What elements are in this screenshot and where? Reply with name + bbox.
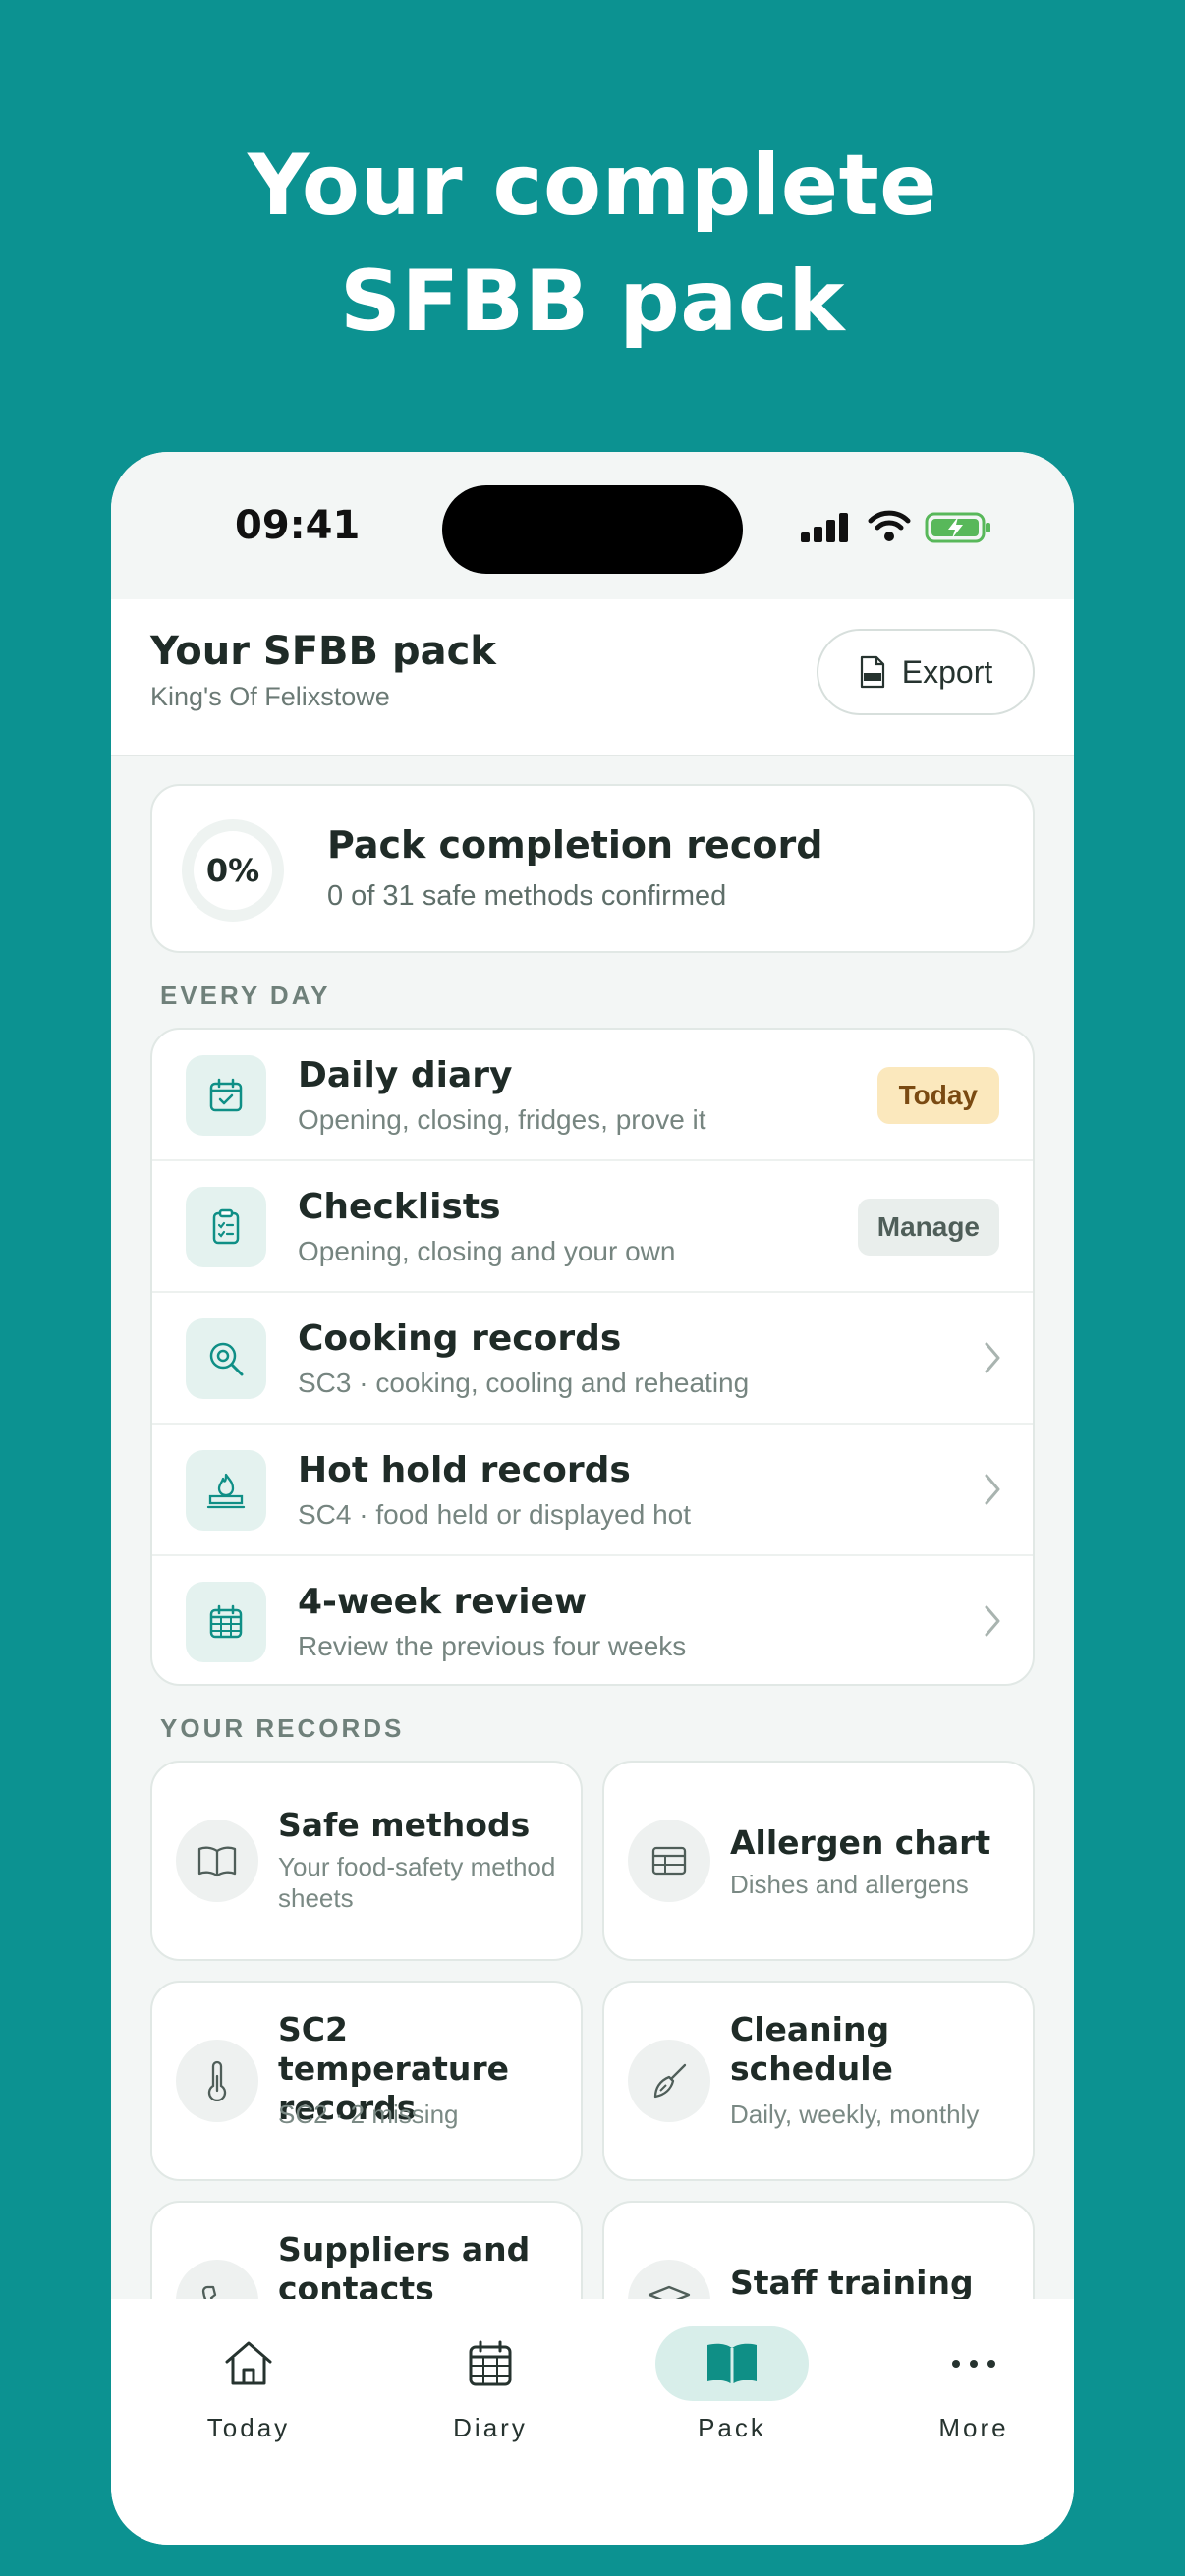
business-name: King's Of Felixstowe <box>150 682 390 711</box>
tile-subtitle: Daily, weekly, monthly <box>730 2100 980 2129</box>
page-title: Your SFBB pack <box>150 629 496 674</box>
completion-progress-ring: 0% <box>182 819 284 922</box>
hot-hold-flame-icon <box>186 1450 266 1531</box>
probe-thermometer-icon <box>186 1318 266 1399</box>
item-title: Daily diary <box>298 1055 513 1095</box>
section-label-your-records: YOUR RECORDS <box>160 1713 405 1743</box>
calendar-icon <box>469 2340 512 2386</box>
dynamic-island <box>442 485 743 574</box>
hero-headline: Your complete SFBB pack <box>0 128 1185 360</box>
chevron-right-icon <box>985 1474 1000 1505</box>
home-icon <box>225 2341 272 2385</box>
list-item-daily-diary[interactable]: Daily diary Opening, closing, fridges, p… <box>152 1030 1033 1161</box>
clipboard-checklist-icon <box>186 1187 266 1267</box>
item-subtitle: Review the previous four weeks <box>298 1631 687 1661</box>
tab-label: More <box>938 2413 1009 2442</box>
cellular-signal-icon <box>801 513 848 542</box>
calendar-check-icon <box>186 1055 266 1136</box>
tile-title: Allergen chart <box>730 1823 991 1862</box>
tab-label: Diary <box>453 2413 528 2442</box>
tile-cleaning-schedule[interactable]: Cleaning schedule Daily, weekly, monthly <box>602 1981 1035 2181</box>
pdf-file-icon <box>860 655 884 689</box>
tile-title: Suppliers and contacts <box>278 2230 531 2308</box>
tile-subtitle: SC2 · 2 missing <box>278 2100 459 2129</box>
broom-icon <box>628 2040 710 2122</box>
item-subtitle: SC3 · cooking, cooling and reheating <box>298 1368 750 1398</box>
item-subtitle: Opening, closing, fridges, prove it <box>298 1104 706 1135</box>
calendar-grid-icon <box>186 1582 266 1662</box>
tile-title: Safe methods <box>278 1806 531 1844</box>
item-subtitle: Opening, closing and your own <box>298 1236 676 1266</box>
tile-title: Cleaning schedule <box>730 2010 893 2088</box>
tab-more[interactable]: More <box>880 2326 1067 2454</box>
tab-pack[interactable]: Pack <box>639 2326 825 2454</box>
wifi-icon <box>868 510 911 541</box>
tab-diary[interactable]: Diary <box>397 2326 584 2454</box>
export-button[interactable]: Export <box>817 629 1035 715</box>
completion-title: Pack completion record <box>327 823 823 867</box>
completion-subtitle: 0 of 31 safe methods confirmed <box>327 880 727 912</box>
hero-line-2: SFBB pack <box>340 252 845 351</box>
tile-sc2-temperature-records[interactable]: SC2 temperature records SC2 · 2 missing <box>150 1981 583 2181</box>
more-dots-icon <box>952 2360 995 2368</box>
tile-safe-methods[interactable]: Safe methods Your food-safety method she… <box>150 1761 583 1961</box>
today-badge: Today <box>876 1067 999 1124</box>
thermometer-icon <box>176 2040 258 2122</box>
battery-charging-icon <box>925 512 990 543</box>
tile-subtitle: Dishes and allergens <box>730 1870 969 1899</box>
item-subtitle: SC4 · food held or displayed hot <box>298 1499 692 1530</box>
manage-button[interactable]: Manage <box>857 1199 999 1256</box>
tab-label: Today <box>206 2413 291 2442</box>
section-label-every-day: EVERY DAY <box>160 980 331 1010</box>
status-time: 09:41 <box>235 503 361 548</box>
tab-label: Pack <box>698 2413 766 2442</box>
open-book-icon <box>176 1820 258 1902</box>
table-icon <box>628 1820 710 1902</box>
list-item-4-week-review[interactable]: 4-week review Review the previous four w… <box>152 1556 1033 1688</box>
chevron-right-icon <box>985 1342 1000 1373</box>
item-title: Cooking records <box>298 1318 622 1359</box>
tile-subtitle: Your food-safety method sheets <box>278 1852 556 1913</box>
tab-today[interactable]: Today <box>155 2326 342 2454</box>
chevron-right-icon <box>985 1605 1000 1637</box>
item-title: 4-week review <box>298 1582 588 1622</box>
list-item-hot-hold-records[interactable]: Hot hold records SC4 · food held or disp… <box>152 1425 1033 1556</box>
item-title: Checklists <box>298 1187 501 1227</box>
pack-completion-card[interactable]: 0% Pack completion record 0 of 31 safe m… <box>150 784 1035 953</box>
bottom-tab-bar: Today Diary Pack More <box>111 2299 1074 2545</box>
list-item-cooking-records[interactable]: Cooking records SC3 · cooking, cooling a… <box>152 1293 1033 1425</box>
item-title: Hot hold records <box>298 1450 631 1490</box>
pack-header: Your SFBB pack King's Of Felixstowe Expo… <box>111 599 1074 756</box>
status-bar: 09:41 <box>111 452 1074 599</box>
tile-allergen-chart[interactable]: Allergen chart Dishes and allergens <box>602 1761 1035 1961</box>
list-item-checklists[interactable]: Checklists Opening, closing and your own… <box>152 1161 1033 1293</box>
book-icon <box>707 2343 757 2384</box>
tile-title: Staff training <box>730 2264 974 2302</box>
phone-frame: 09:41 Your SFBB pack King's Of Felixstow… <box>111 452 1074 2545</box>
hero-line-1: Your complete <box>247 137 938 235</box>
every-day-list: Daily diary Opening, closing, fridges, p… <box>150 1028 1035 1686</box>
export-label: Export <box>901 653 993 690</box>
